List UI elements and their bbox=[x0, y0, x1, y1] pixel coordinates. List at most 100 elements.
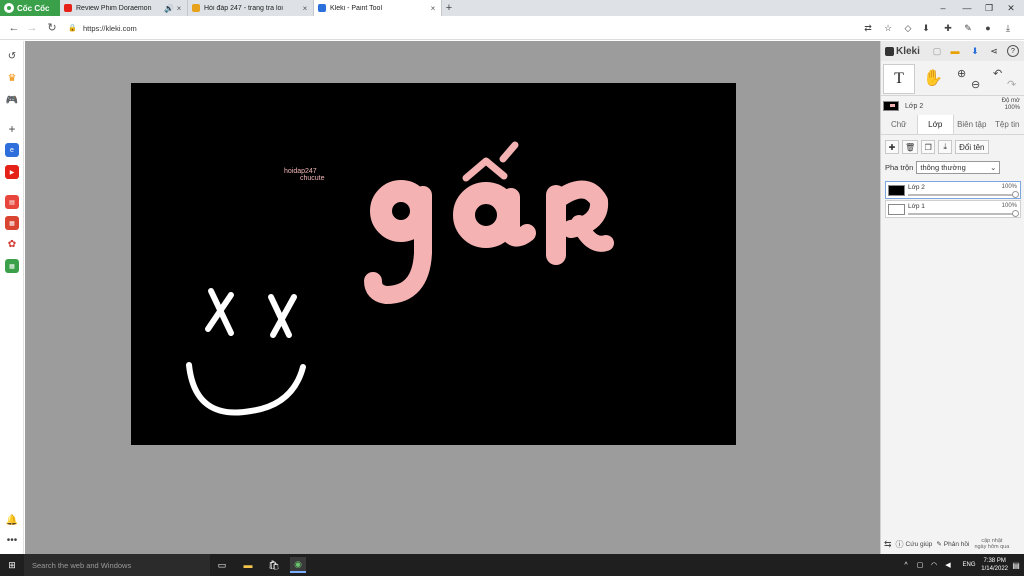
kleki-favicon-icon bbox=[318, 4, 326, 12]
taskbar-clock[interactable]: 7:38 PM 1/14/2022 bbox=[981, 557, 1008, 573]
swap-icon[interactable]: ⇆ bbox=[884, 539, 892, 550]
text-tool-label: T bbox=[894, 70, 904, 87]
shield-icon[interactable]: ◇ bbox=[900, 20, 916, 36]
speaker-icon[interactable]: 🔊 bbox=[164, 4, 174, 13]
text-tool-button[interactable]: T bbox=[883, 64, 915, 94]
notifications-icon[interactable]: ▤ bbox=[1008, 557, 1024, 573]
layer-1-thumbnail bbox=[888, 204, 905, 215]
drawing-canvas[interactable]: hoidap247 chucute bbox=[131, 83, 736, 445]
share-icon[interactable]: ⋖ bbox=[988, 45, 1000, 57]
window-minimize-button[interactable]: — bbox=[956, 0, 978, 16]
help-link[interactable]: Cứu giúp bbox=[906, 541, 933, 548]
undo-icon[interactable]: ↶ bbox=[993, 67, 1002, 80]
folder-icon[interactable]: ▬ bbox=[949, 45, 961, 57]
windows-start-icon[interactable]: ⊞ bbox=[4, 557, 20, 573]
current-layer-name: Lớp 2 bbox=[905, 102, 924, 110]
layer-opacity-handle[interactable] bbox=[1012, 210, 1019, 217]
panel-tabs: Chữ Lớp Biên tập Tệp tin bbox=[881, 115, 1024, 135]
tab-file[interactable]: Tệp tin bbox=[990, 115, 1024, 134]
tab-title: Review Phim Doraemon bbox=[76, 4, 152, 12]
minimize-icon[interactable]: – bbox=[932, 0, 954, 16]
tab-title: Hỏi đáp 247 - trang tra loi bbox=[204, 4, 283, 12]
taskbar-search-box[interactable]: Search the web and Windows bbox=[24, 554, 210, 576]
app-blue-icon[interactable]: e bbox=[5, 143, 19, 157]
tab-hoidap247[interactable]: Hỏi đáp 247 - trang tra loi × bbox=[188, 0, 314, 16]
extensions-icon[interactable]: ✚ bbox=[940, 20, 956, 36]
downloads-icon[interactable]: ⤓ bbox=[1000, 20, 1016, 36]
layer-opacity: 100% bbox=[1001, 184, 1017, 190]
save-download-icon[interactable]: ⬇ bbox=[969, 45, 981, 57]
forward-icon[interactable]: → bbox=[22, 22, 42, 34]
task-view-icon[interactable]: ▭ bbox=[214, 557, 230, 573]
blend-mode-select[interactable]: thông thường ⌄ bbox=[916, 161, 1001, 174]
bell-icon[interactable]: 🔔 bbox=[5, 513, 19, 527]
coccoc-menu-button[interactable]: Cốc Cốc bbox=[0, 0, 60, 16]
tab-edit[interactable]: Biên tập bbox=[954, 115, 990, 134]
news-icon[interactable]: ▦ bbox=[5, 216, 19, 230]
edit-icon[interactable]: ✎ bbox=[960, 20, 976, 36]
close-tab-icon[interactable]: × bbox=[301, 4, 309, 13]
merge-layer-button[interactable]: ⤓ bbox=[938, 140, 953, 154]
delete-layer-button[interactable]: 🗑 bbox=[902, 140, 919, 154]
store-icon[interactable]: 🛍 bbox=[266, 557, 282, 573]
youtube-sidebar-icon[interactable]: ▶ bbox=[5, 165, 19, 179]
crown-icon[interactable]: ♛ bbox=[5, 71, 19, 85]
add-layer-button[interactable]: ✚ bbox=[885, 140, 899, 154]
tab-layers[interactable]: Lớp bbox=[916, 115, 954, 134]
star-icon[interactable]: ☆ bbox=[880, 20, 896, 36]
feedback-link[interactable]: Phản hồi bbox=[944, 541, 970, 548]
coccoc-taskbar-icon[interactable]: ◉ bbox=[290, 557, 306, 573]
close-tab-icon[interactable]: × bbox=[429, 4, 437, 13]
new-tab-button[interactable]: + bbox=[442, 0, 456, 16]
brand-label: Cốc Cốc bbox=[17, 3, 50, 13]
layer-opacity-slider[interactable] bbox=[908, 213, 1016, 215]
rename-label: Đổi tên bbox=[959, 142, 985, 152]
url-text: https://kleki.com bbox=[83, 23, 137, 33]
close-tab-icon[interactable]: × bbox=[175, 4, 183, 13]
new-image-icon[interactable]: ▢ bbox=[931, 45, 943, 57]
more-icon[interactable]: ••• bbox=[5, 533, 19, 547]
youtube-icon bbox=[64, 4, 72, 12]
restore-button[interactable]: ❐ bbox=[978, 0, 1000, 16]
feedback-icon[interactable]: ✎ bbox=[936, 540, 941, 548]
tab-review-phim[interactable]: Review Phim Doraemon 🔊 × bbox=[60, 0, 188, 16]
reload-icon[interactable]: ↻ bbox=[42, 21, 62, 34]
opacity-info: Độ mờ 100% bbox=[1002, 98, 1020, 112]
shop-icon[interactable]: ▤ bbox=[5, 195, 19, 209]
add-sidebar-icon[interactable]: + bbox=[5, 122, 19, 136]
download-manager-icon[interactable]: ⬇ bbox=[918, 20, 934, 36]
url-field[interactable]: 🔒 https://kleki.com bbox=[68, 20, 848, 36]
layer-opacity-slider[interactable] bbox=[908, 194, 1016, 196]
history-icon[interactable]: ↺ bbox=[5, 49, 19, 63]
layer-opacity-handle[interactable] bbox=[1012, 191, 1019, 198]
kleki-panel: Kleki ▢ ▬ ⬇ ⋖ ? T ✋ ⊕ ⊖ ↶ ↷ Lớp 2 Độ mờ … bbox=[880, 41, 1024, 554]
duplicate-layer-button[interactable]: ❐ bbox=[921, 140, 936, 154]
layer-item-1[interactable]: Lớp 1 100% bbox=[885, 200, 1021, 218]
hand-tool-icon[interactable]: ✋ bbox=[923, 68, 943, 88]
translate-icon[interactable]: ⇄ bbox=[860, 20, 876, 36]
close-window-button[interactable]: ✕ bbox=[1000, 0, 1022, 16]
zoom-in-icon[interactable]: ⊕ bbox=[957, 67, 966, 80]
rename-layer-button[interactable]: Đổi tên bbox=[955, 140, 989, 154]
help-icon[interactable]: ? bbox=[1007, 45, 1019, 57]
blend-mode-row: Pha trộn thông thường ⌄ bbox=[885, 161, 1001, 174]
sheet-icon[interactable]: ▦ bbox=[5, 259, 19, 273]
clock-date: 1/14/2022 bbox=[981, 566, 1008, 572]
file-explorer-icon[interactable]: ▬ bbox=[240, 557, 256, 573]
layer-item-2[interactable]: Lớp 2 100% bbox=[885, 181, 1021, 199]
help-circle-icon[interactable]: ⓘ bbox=[896, 539, 904, 550]
layer-name: Lớp 2 bbox=[908, 184, 925, 191]
volume-icon[interactable]: ◀ bbox=[940, 557, 956, 573]
back-icon[interactable]: ← bbox=[4, 22, 24, 34]
redo-icon[interactable]: ↷ bbox=[1007, 78, 1016, 91]
profile-icon[interactable]: ● bbox=[980, 20, 996, 36]
gamepad-icon[interactable]: 🎮 bbox=[5, 93, 19, 107]
kleki-logo[interactable]: Kleki bbox=[885, 46, 920, 57]
current-layer-thumbnail bbox=[883, 101, 899, 111]
tab-kleki[interactable]: Kleki - Paint Tool × bbox=[314, 0, 442, 16]
language-indicator[interactable]: ENG bbox=[958, 557, 980, 573]
drawing-layer bbox=[186, 141, 614, 416]
map-pin-icon[interactable]: ✿ bbox=[5, 237, 19, 251]
tab-text[interactable]: Chữ bbox=[881, 115, 917, 134]
zoom-out-icon[interactable]: ⊖ bbox=[971, 78, 980, 91]
